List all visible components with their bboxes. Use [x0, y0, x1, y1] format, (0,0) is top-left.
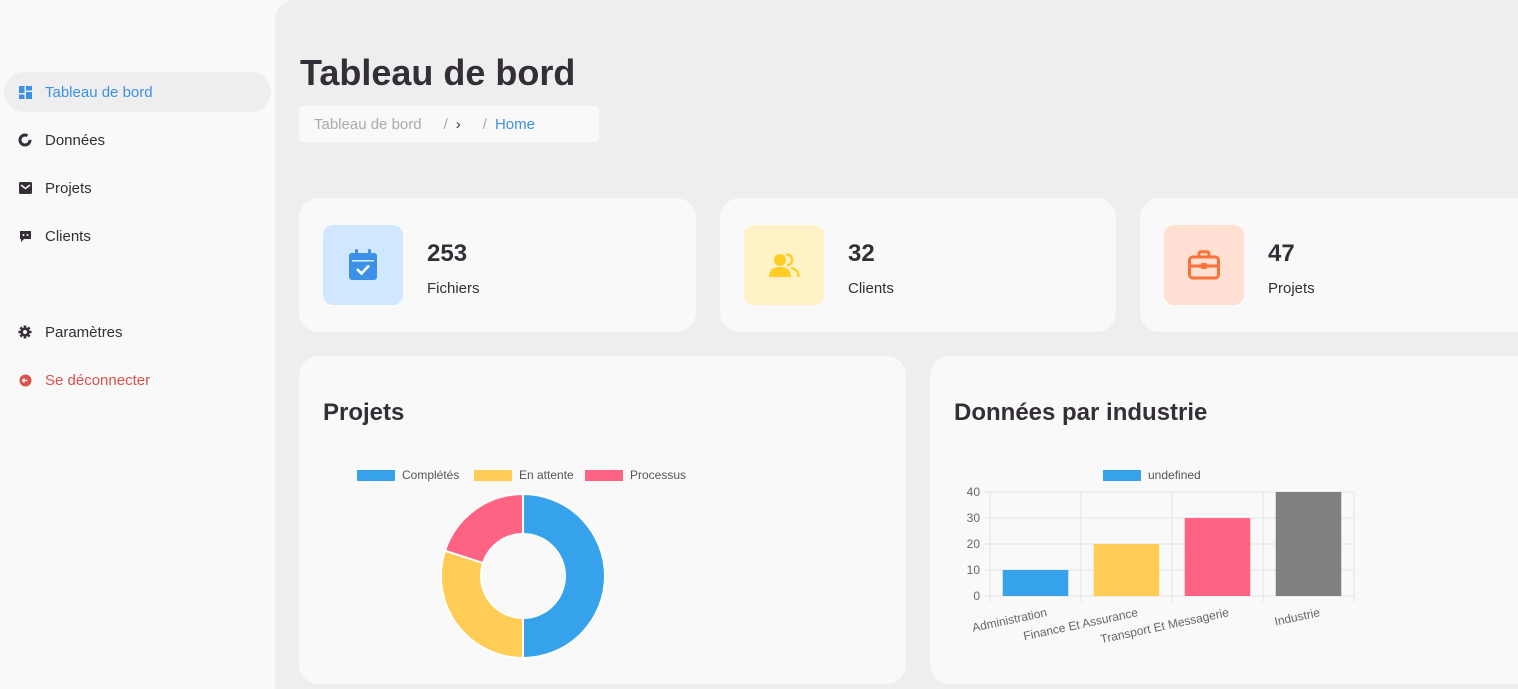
sidebar-item-label: Tableau de bord	[45, 83, 153, 101]
breadcrumb-separator: /	[482, 115, 487, 133]
sidebar-item-projets[interactable]: Projets	[4, 168, 271, 208]
sidebar-item-logout[interactable]: Se déconnecter	[4, 360, 271, 400]
sidebar-item-label: Projets	[45, 179, 92, 197]
page-title: Tableau de bord	[300, 52, 576, 93]
bar[interactable]	[1275, 492, 1342, 596]
users-icon	[744, 225, 824, 305]
stat-value: 253	[427, 240, 468, 267]
stat-card-clients: 32 Clients	[720, 198, 1116, 332]
sidebar-item-label: Se déconnecter	[45, 371, 151, 389]
stat-value: 32	[848, 240, 875, 267]
y-tick-label: 10	[967, 563, 981, 577]
y-tick-label: 0	[973, 589, 980, 603]
x-tick-label: Industrie	[1273, 605, 1321, 628]
bar[interactable]	[1184, 518, 1251, 596]
breadcrumb-home[interactable]: Home	[495, 116, 535, 133]
inbox-icon	[18, 181, 32, 195]
sidebar-item-donnees[interactable]: Données	[4, 120, 271, 160]
gear-icon	[18, 325, 32, 339]
stat-label: Fichiers	[427, 280, 480, 297]
bar-chart: 010203040AdministrationFinance Et Assura…	[967, 485, 1355, 646]
bar[interactable]	[1002, 570, 1069, 596]
y-tick-label: 30	[967, 511, 981, 525]
donut-slice[interactable]	[440, 549, 524, 660]
sidebar-item-clients[interactable]: Clients	[4, 216, 271, 256]
projects-chart-panel: Projets Complétés En attente Processus	[299, 356, 906, 684]
stat-value: 47	[1268, 240, 1295, 267]
sidebar-item-dashboard[interactable]: Tableau de bord	[4, 72, 271, 112]
donut-slice[interactable]	[443, 492, 524, 565]
sidebar: Tableau de bord Données Projets Clients …	[0, 0, 275, 689]
sidebar-item-label: Clients	[45, 227, 91, 245]
message-icon	[18, 229, 32, 243]
donut-chart	[440, 492, 606, 660]
y-tick-label: 20	[967, 537, 981, 551]
breadcrumb-separator: /	[443, 115, 448, 133]
breadcrumb-item[interactable]: Tableau de bord	[314, 116, 422, 133]
sidebar-item-label: Paramètres	[45, 323, 123, 341]
bar[interactable]	[1093, 544, 1160, 596]
stat-label: Projets	[1268, 280, 1315, 297]
y-tick-label: 40	[967, 485, 981, 499]
main-content: Tableau de bord Tableau de bord / › / Ho…	[275, 0, 1518, 689]
industry-chart-panel: Données par industrie undefined 0 10 20 30 4…	[930, 356, 1518, 684]
sidebar-item-label: Données	[45, 131, 106, 149]
donut-icon	[18, 133, 32, 147]
dashboard-icon	[18, 85, 32, 99]
calendar-check-icon	[323, 225, 403, 305]
breadcrumb: Tableau de bord / › / Home	[299, 106, 599, 142]
chevron-right-icon: ›	[455, 115, 461, 133]
donut-slice[interactable]	[522, 492, 606, 660]
stat-card-fichiers: 253 Fichiers	[299, 198, 696, 332]
sidebar-item-parametres[interactable]: Paramètres	[4, 312, 271, 352]
stat-label: Clients	[848, 280, 894, 297]
briefcase-icon	[1164, 225, 1244, 305]
stat-card-projets: 47 Projets	[1140, 198, 1518, 332]
logout-icon	[18, 373, 32, 387]
